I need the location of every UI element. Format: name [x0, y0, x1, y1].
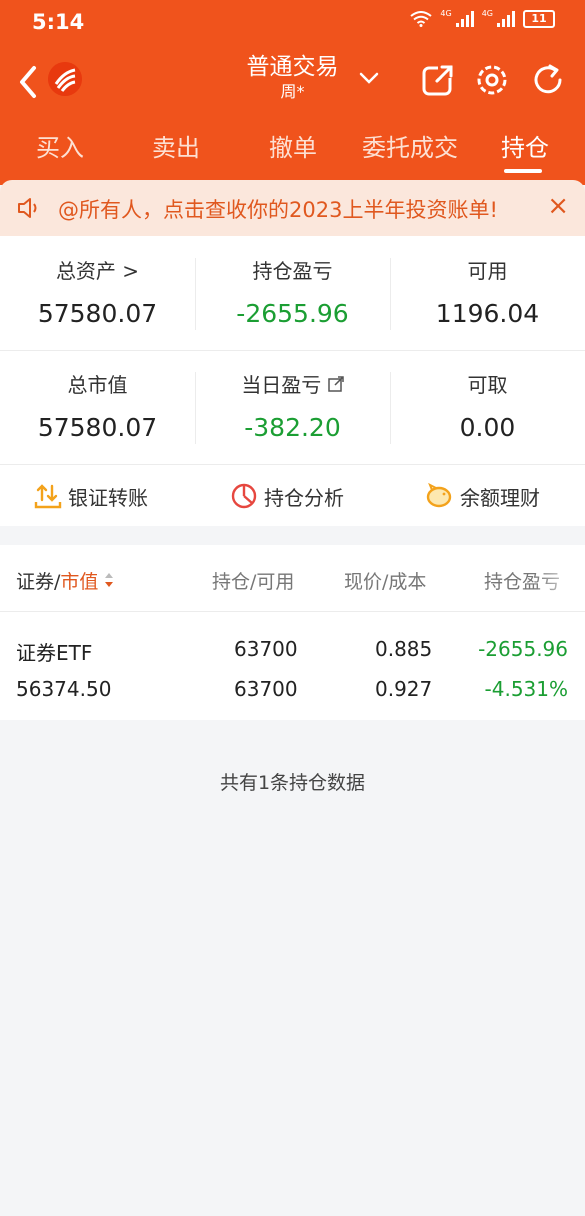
share-icon[interactable] [420, 62, 456, 98]
pie-chart-icon [231, 483, 257, 509]
daily-pnl-cell[interactable]: 当日盈亏 -382.20 [195, 372, 390, 444]
piggy-bank-icon [426, 482, 452, 508]
divider [0, 611, 585, 612]
status-time: 5:14 [32, 10, 85, 34]
available-value: 1196.04 [435, 299, 540, 328]
active-tab-indicator [504, 169, 542, 173]
position-analysis-label: 持仓分析 [264, 485, 344, 510]
external-link-icon [327, 376, 344, 392]
chevron-down-icon[interactable] [355, 68, 383, 88]
withdrawable-value: 0.00 [459, 413, 516, 442]
market-value-label: 总市值 [67, 373, 128, 397]
header-market-value: 市值 [60, 571, 99, 593]
notice-banner[interactable]: @所有人，点击查收你的2023上半年投资账单! × [0, 180, 585, 236]
withdrawable-label: 可取 [467, 373, 508, 397]
tab-sell[interactable]: 卖出 [116, 128, 236, 168]
bank-transfer-button[interactable]: 银证转账 [34, 478, 148, 514]
gear-icon[interactable] [474, 62, 510, 98]
daily-pnl-value: -382.20 [244, 413, 341, 442]
position-pnl-value: -2655.96 [236, 299, 349, 328]
wealth-management-label: 余额理财 [460, 485, 540, 510]
market-value-cell: 总市值 57580.07 [0, 372, 195, 444]
position-pnl-cell: 持仓盈亏 -2655.96 [195, 258, 390, 330]
wifi-icon [410, 11, 433, 27]
available-label: 可用 [467, 259, 508, 283]
total-assets-cell[interactable]: 总资产 > 57580.07 [0, 258, 195, 330]
tab-cancel[interactable]: 撤单 [233, 128, 353, 168]
divider [0, 350, 585, 351]
divider [0, 464, 585, 465]
divider [195, 372, 196, 444]
app-header: 5:14 4G 4G 11 普通交易 周* 买入 卖出 撤单 委托成交 持仓 [0, 0, 585, 185]
header-price: 现价/成本 [344, 571, 427, 593]
header-position: 持仓/可用 [212, 571, 295, 593]
notice-text[interactable]: @所有人，点击查收你的2023上半年投资账单! [58, 194, 498, 224]
account-summary: 总资产 > 57580.07 持仓盈亏 -2655.96 可用 1196.04 … [0, 236, 585, 526]
broker-logo-icon [48, 62, 82, 96]
transfer-icon [34, 484, 62, 509]
signal-icon [497, 11, 515, 27]
available-qty: 63700 [234, 677, 298, 701]
row-pnl-percent: -4.531% [484, 677, 568, 701]
position-analysis-button[interactable]: 持仓分析 [230, 478, 344, 514]
daily-pnl-label-row: 当日盈亏 [195, 372, 390, 398]
daily-pnl-label: 当日盈亏 [241, 373, 322, 397]
divider [390, 372, 391, 444]
row-pnl: -2655.96 [478, 637, 568, 661]
current-price: 0.885 [375, 637, 433, 661]
divider [195, 258, 196, 330]
signal-icon [455, 11, 474, 27]
back-arrow-icon[interactable] [14, 64, 44, 100]
network-label-1: 4G [440, 8, 452, 18]
refresh-icon[interactable] [530, 62, 566, 98]
market-value-value: 57580.07 [37, 413, 158, 442]
tab-buy[interactable]: 买入 [0, 128, 120, 168]
divider [390, 258, 391, 330]
sort-icon [105, 573, 114, 587]
network-label-2: 4G [481, 8, 493, 18]
status-bar: 5:14 4G 4G 11 [0, 0, 585, 44]
tab-orders[interactable]: 委托成交 [350, 128, 470, 168]
holdings-count-note: 共有1条持仓数据 [219, 772, 366, 794]
position-pnl-label: 持仓盈亏 [252, 259, 333, 283]
header-pnl: 持仓盈亏 [484, 571, 561, 593]
trade-tabs: 买入 卖出 撤单 委托成交 持仓 [0, 128, 585, 178]
available-cell: 可用 1196.04 [390, 258, 585, 330]
tab-holdings[interactable]: 持仓 [465, 128, 585, 168]
withdrawable-cell: 可取 0.00 [390, 372, 585, 444]
bank-transfer-label: 银证转账 [68, 485, 148, 510]
nav-bar: 普通交易 周* [0, 48, 585, 118]
battery-icon: 11 [523, 10, 555, 28]
header-security: 证券/ [16, 571, 61, 593]
security-name: 证券ETF [16, 641, 93, 665]
total-assets-value: 57580.07 [37, 299, 158, 328]
security-market-value: 56374.50 [16, 677, 112, 701]
cost-price: 0.927 [375, 677, 433, 701]
position-qty: 63700 [234, 637, 298, 661]
status-icons: 4G 4G 11 [410, 8, 555, 28]
speaker-icon [18, 198, 37, 218]
holdings-table: 证券/市值 持仓/可用 现价/成本 持仓盈亏 证券ETF 56374.50 63… [0, 545, 585, 720]
sort-header[interactable]: 证券/市值 [16, 567, 114, 594]
close-icon[interactable]: × [547, 192, 569, 220]
total-assets-label: 总资产 > [55, 259, 140, 283]
wealth-management-button[interactable]: 余额理财 [424, 478, 540, 514]
